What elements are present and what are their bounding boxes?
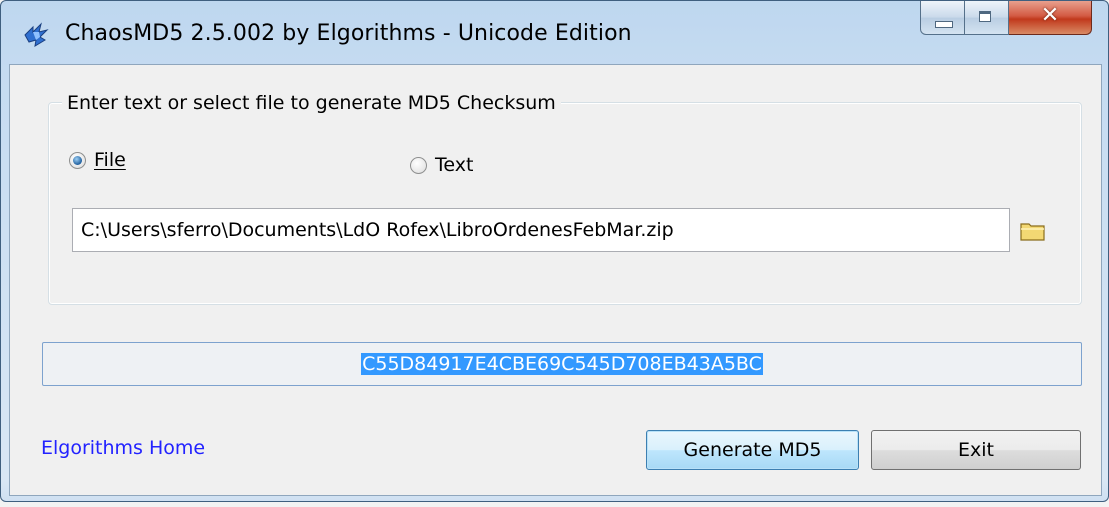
chaosmd5-app-icon (24, 22, 49, 47)
radio-file-label: File (94, 149, 126, 171)
minimize-icon (935, 21, 953, 28)
input-groupbox (48, 102, 1082, 305)
maximize-icon (979, 11, 991, 22)
close-icon: ✕ (1040, 3, 1060, 28)
folder-icon[interactable] (1020, 220, 1046, 242)
radio-file[interactable]: File (69, 149, 126, 171)
app-window: ChaosMD5 2.5.002 by Elgorithms - Unicode… (0, 0, 1109, 502)
md5-result-field[interactable]: C55D84917E4CBE69C545D708EB43A5BC (42, 342, 1082, 386)
caption-buttons: ✕ (920, 1, 1092, 37)
exit-button[interactable]: Exit (871, 430, 1081, 470)
radio-file-indicator[interactable] (69, 151, 86, 169)
radio-text-indicator[interactable] (410, 156, 427, 174)
elgorithms-home-link[interactable]: Elgorithms Home (41, 437, 205, 459)
md5-result-text[interactable]: C55D84917E4CBE69C545D708EB43A5BC (361, 353, 763, 375)
close-button[interactable]: ✕ (1009, 1, 1092, 35)
groupbox-legend: Enter text or select file to generate MD… (62, 92, 561, 114)
minimize-button[interactable] (920, 1, 965, 35)
dialog-client-area: Enter text or select file to generate MD… (9, 64, 1102, 496)
radio-text-label: Text (435, 154, 474, 176)
generate-md5-button[interactable]: Generate MD5 (646, 430, 859, 470)
maximize-button[interactable] (965, 1, 1009, 35)
radio-text[interactable]: Text (410, 154, 473, 176)
window-title: ChaosMD5 2.5.002 by Elgorithms - Unicode… (65, 21, 632, 46)
file-path-input[interactable]: C:\Users\sferro\Documents\LdO Rofex\Libr… (72, 208, 1010, 252)
